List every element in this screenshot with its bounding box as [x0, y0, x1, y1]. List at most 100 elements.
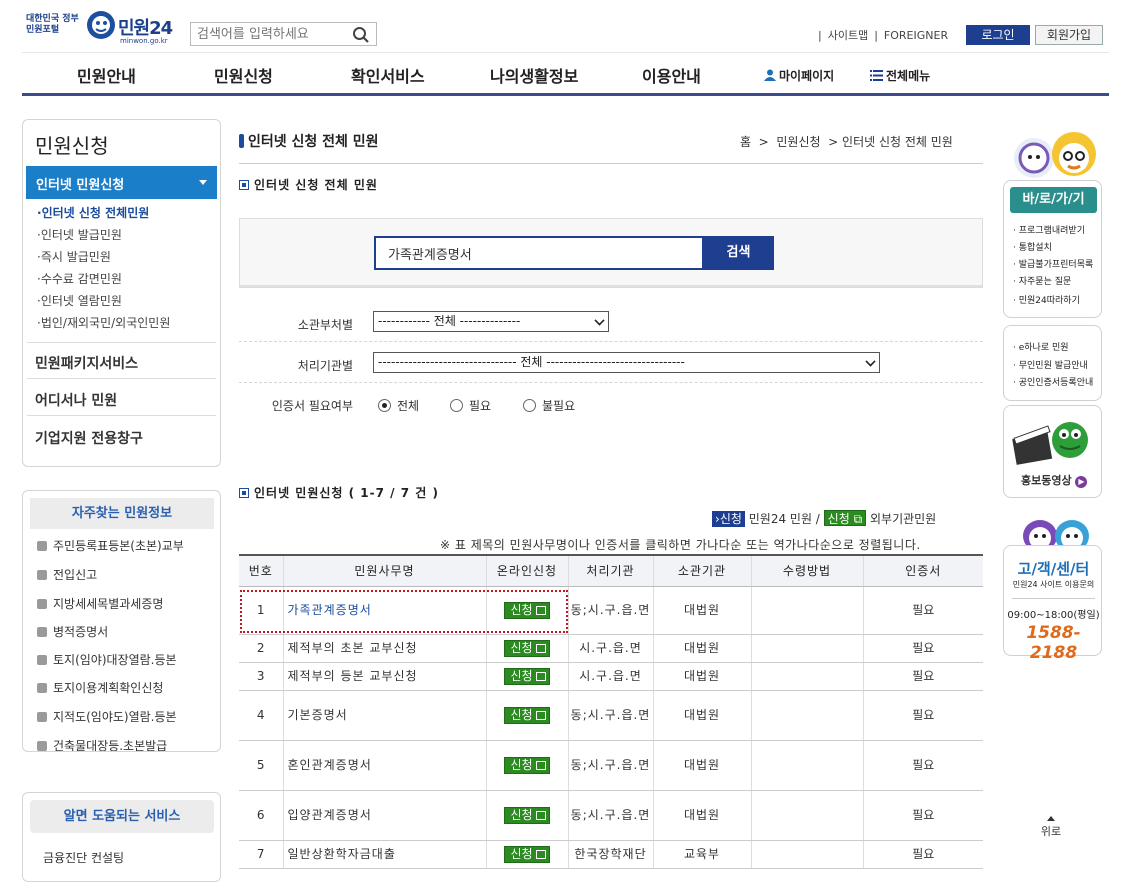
breadcrumb-apply[interactable]: 민원신청: [776, 135, 820, 149]
row-recv: [750, 662, 863, 691]
table-row: 5 혼인관계증명서 신청 동;시.구.읍.면 대법원 필요: [239, 740, 983, 791]
row-org: 대법원: [652, 790, 751, 841]
join-button[interactable]: 회원가입: [1035, 25, 1103, 45]
row-proc: 동;시.구.읍.면: [567, 740, 653, 791]
quick-link[interactable]: · 공인인증서등록안내: [1013, 375, 1093, 388]
row-apply-cell: 신청: [485, 790, 568, 841]
mypage-link[interactable]: 마이페이지: [764, 67, 834, 84]
lnb-package-service[interactable]: 민원패키지서비스: [35, 353, 138, 373]
row-proc: 한국장학재단: [567, 840, 653, 869]
lnb-sub-view[interactable]: ·인터넷 열람민원: [37, 292, 122, 309]
radio-required[interactable]: 필요: [450, 397, 491, 414]
freq-item[interactable]: 토지이용계획확인신청: [37, 679, 163, 696]
row-cert: 필요: [862, 740, 983, 791]
row-cert: 필요: [862, 586, 983, 635]
table-header-row: 번호 민원사무명 온라인신청 처리기관 소관기관 수령방법 인증서: [239, 554, 983, 587]
row-name-link[interactable]: 입양관계증명서: [282, 790, 486, 841]
row-name-link[interactable]: 기본증명서: [282, 690, 486, 741]
quick-link[interactable]: · 발급불가프린터목록: [1013, 257, 1093, 270]
user-icon: [764, 69, 776, 81]
freq-item[interactable]: 토지(임야)대장열람.등본: [37, 651, 177, 668]
quick-link[interactable]: · 프로그램내려받기: [1013, 223, 1085, 236]
quick-link[interactable]: · e하나로 민원: [1013, 340, 1069, 353]
customer-center: 고/객/센/터 민원24 사이트 이용문의 09:00~18:00(평일) 15…: [1003, 545, 1102, 663]
search-icon[interactable]: [352, 26, 370, 44]
freq-item[interactable]: 지방세세목별과세증명: [37, 595, 163, 612]
row-name-link[interactable]: 제적부의 등본 교부신청: [282, 662, 486, 691]
apply-button[interactable]: 신청: [504, 806, 550, 824]
popup-icon: [535, 849, 546, 859]
legend-tag-external: 신청 ⧉: [823, 510, 867, 526]
section-title-list: 인터넷 민원신청 ( 1-7 / 7 건 ): [239, 484, 439, 501]
freq-item[interactable]: 주민등록표등본(초본)교부: [37, 537, 184, 554]
table-row: 7 일반상환학자금대출 신청 한국장학재단 교육부 필요: [239, 840, 983, 869]
apply-button[interactable]: 신청: [504, 639, 550, 657]
breadcrumb-home[interactable]: 홈: [740, 135, 751, 149]
quick-link[interactable]: · 민원24따라하기: [1013, 293, 1080, 306]
all-menu-link[interactable]: 전체메뉴: [870, 67, 930, 84]
row-name-link[interactable]: 혼인관계증명서: [282, 740, 486, 791]
apply-button[interactable]: 신청: [504, 667, 550, 685]
agency-select[interactable]: -------------------------------- 전체 ----…: [373, 352, 880, 373]
lnb-sub-instant[interactable]: ·즉시 발급민원: [37, 248, 111, 265]
row-cert: 필요: [862, 690, 983, 741]
col-cert[interactable]: 인증서: [862, 554, 983, 587]
ministry-select[interactable]: ------------ 전체 --------------: [373, 311, 609, 332]
gnb-item-usage[interactable]: 이용안내: [642, 63, 701, 87]
apply-button[interactable]: 신청: [504, 756, 550, 774]
sitemap-link[interactable]: 사이트맵: [828, 29, 868, 42]
lnb-internet-apply[interactable]: 인터넷 민원신청: [26, 166, 217, 199]
freq-item[interactable]: 지적도(임야도)열람.등본: [37, 708, 177, 725]
site-logo[interactable]: 대한민국 정부민원포털 민원24 minwon.go.kr: [26, 6, 186, 46]
row-name-link[interactable]: 제적부의 초본 교부신청: [282, 634, 486, 663]
foreigner-link[interactable]: FOREIGNER: [884, 29, 948, 42]
col-online: 온라인신청: [485, 554, 568, 587]
gnb-item-life-info[interactable]: 나의생활정보: [490, 63, 578, 87]
lnb-business[interactable]: 기업지원 전용창구: [35, 428, 143, 448]
lnb-sub-corp-foreign[interactable]: ·법인/재외국민/외국인민원: [37, 314, 170, 331]
radio-checked-icon: [378, 399, 391, 412]
scroll-top-label: 위로: [1040, 825, 1062, 838]
lnb-sub-all[interactable]: ·인터넷 신청 전체민원: [37, 204, 149, 221]
apply-button[interactable]: 신청: [504, 706, 550, 724]
utility-links: | 사이트맵 | FOREIGNER: [818, 29, 949, 42]
login-button[interactable]: 로그인: [966, 25, 1030, 45]
arrow-up-icon: [1047, 816, 1055, 821]
quick-link[interactable]: · 자주묻는 질문: [1013, 274, 1071, 287]
promo-video[interactable]: 홍보동영상 ▶: [1003, 405, 1102, 498]
row-name-link[interactable]: 일반상환학자금대출: [282, 840, 486, 869]
quick-link[interactable]: · 무인민원 발급안내: [1013, 358, 1088, 371]
row-apply-cell: 신청: [485, 662, 568, 691]
row-proc: 동;시.구.읍.면: [567, 790, 653, 841]
gnb-item-guide[interactable]: 민원안내: [77, 63, 136, 87]
freq-item[interactable]: 병적증명서: [37, 623, 108, 640]
row-cert: 필요: [862, 840, 983, 869]
radio-icon: [523, 399, 536, 412]
row-org: 대법원: [652, 662, 751, 691]
global-search-input[interactable]: [191, 23, 346, 45]
breadcrumb-current: 인터넷 신청 전체 민원: [842, 135, 953, 149]
freq-item[interactable]: 건축물대장등.초본발급: [37, 737, 167, 751]
freq-item[interactable]: 전입신고: [37, 566, 97, 583]
gnb-item-apply[interactable]: 민원신청: [214, 63, 273, 87]
promo-video-label[interactable]: 홍보동영상 ▶: [1021, 472, 1088, 488]
lnb-sub-issue[interactable]: ·인터넷 발급민원: [37, 226, 122, 243]
col-name[interactable]: 민원사무명: [282, 554, 486, 587]
apply-button[interactable]: 신청: [504, 845, 550, 863]
help-item-finance[interactable]: 금융진단 컨설팅: [43, 849, 124, 866]
lnb-anywhere[interactable]: 어디서나 민원: [35, 390, 117, 410]
radio-all[interactable]: 전체: [378, 397, 419, 414]
col-recv: 수령방법: [750, 554, 863, 587]
quick-link[interactable]: · 통합설치: [1013, 240, 1052, 253]
divider: [27, 415, 216, 416]
civil-search-input[interactable]: [374, 236, 704, 270]
gnb-item-verify[interactable]: 확인서비스: [351, 63, 425, 87]
search-button[interactable]: 검색: [703, 236, 774, 270]
row-apply-cell: 신청: [485, 840, 568, 869]
global-search[interactable]: [190, 22, 377, 46]
row-no: 5: [239, 740, 283, 791]
radio-not-required[interactable]: 불필요: [523, 397, 575, 414]
bullet-icon: [37, 599, 47, 609]
scroll-top-button[interactable]: 위로: [1040, 816, 1062, 839]
lnb-sub-fee-reduce[interactable]: ·수수료 감면민원: [37, 270, 122, 287]
